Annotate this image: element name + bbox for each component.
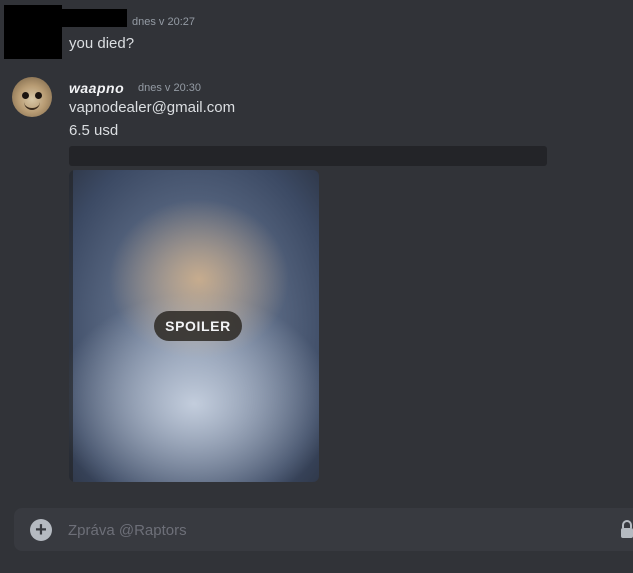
- plus-circle-icon[interactable]: +: [30, 519, 52, 541]
- message-composer: +: [14, 508, 633, 551]
- redacted-avatar: [4, 5, 62, 59]
- message-text: you died?: [69, 35, 135, 52]
- message-text-price: 6.5 usd: [69, 122, 119, 139]
- message-author[interactable]: waapno: [69, 80, 124, 96]
- avatar[interactable]: [12, 77, 52, 117]
- redacted-username: [62, 9, 127, 27]
- spoiler-image-attachment[interactable]: SPOILER: [69, 170, 319, 482]
- message-input[interactable]: [68, 520, 588, 540]
- message-timestamp: dnes v 20:30: [138, 82, 201, 94]
- redacted-bar: [69, 146, 547, 166]
- lock-icon[interactable]: [620, 520, 633, 540]
- message-timestamp: dnes v 20:27: [132, 16, 195, 28]
- message-text-email: vapnodealer@gmail.com: [69, 99, 236, 116]
- spoiler-label[interactable]: SPOILER: [154, 311, 242, 341]
